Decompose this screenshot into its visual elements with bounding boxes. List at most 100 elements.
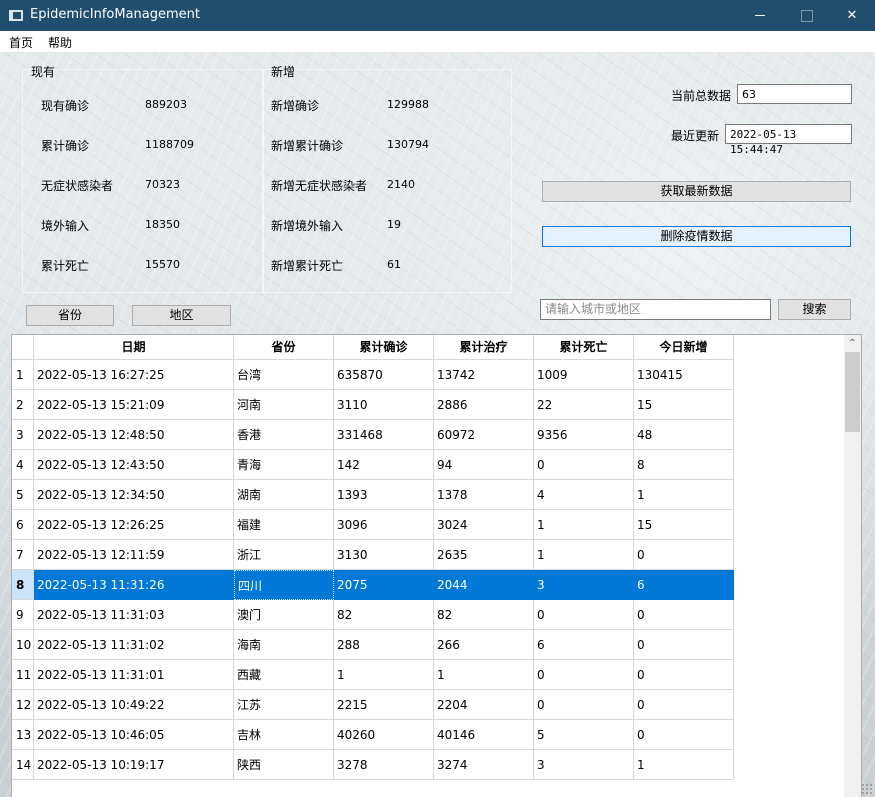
minimize-button[interactable] xyxy=(737,0,783,31)
cell-province[interactable]: 青海 xyxy=(234,450,334,480)
cell-total-deaths[interactable]: 0 xyxy=(534,600,634,630)
cell-total-deaths[interactable]: 22 xyxy=(534,390,634,420)
cell-province[interactable]: 四川 xyxy=(234,570,334,600)
cell-date[interactable]: 2022-05-13 10:19:17 xyxy=(34,750,234,780)
cell-date[interactable]: 2022-05-13 15:21:09 xyxy=(34,390,234,420)
table-row[interactable]: 3 2022-05-13 12:48:50 香港 331468 60972 9356 48 xyxy=(12,420,734,450)
delete-data-button[interactable]: 删除疫情数据 xyxy=(542,226,851,247)
cell-total-confirmed[interactable]: 1 xyxy=(334,660,434,690)
cell-total-treated[interactable]: 266 xyxy=(434,630,534,660)
cell-total-treated[interactable]: 2635 xyxy=(434,540,534,570)
cell-total-confirmed[interactable]: 40260 xyxy=(334,720,434,750)
fetch-latest-button[interactable]: 获取最新数据 xyxy=(542,181,851,202)
cell-new-today[interactable]: 0 xyxy=(634,630,734,660)
row-number[interactable]: 2 xyxy=(12,390,34,420)
table-row[interactable]: 9 2022-05-13 11:31:03 澳门 82 82 0 0 xyxy=(12,600,734,630)
cell-total-confirmed[interactable]: 2075 xyxy=(334,570,434,600)
menu-home[interactable]: 首页 xyxy=(9,34,33,51)
cell-total-confirmed[interactable]: 635870 xyxy=(334,360,434,390)
cell-new-today[interactable]: 0 xyxy=(634,690,734,720)
table-row[interactable]: 7 2022-05-13 12:11:59 浙江 3130 2635 1 0 xyxy=(12,540,734,570)
cell-province[interactable]: 陕西 xyxy=(234,750,334,780)
cell-total-deaths[interactable]: 0 xyxy=(534,450,634,480)
cell-date[interactable]: 2022-05-13 16:27:25 xyxy=(34,360,234,390)
cell-new-today[interactable]: 0 xyxy=(634,600,734,630)
cell-date[interactable]: 2022-05-13 12:26:25 xyxy=(34,510,234,540)
column-header-total-deaths[interactable]: 累计死亡 xyxy=(534,335,634,360)
province-button[interactable]: 省份 xyxy=(26,305,114,326)
cell-total-treated[interactable]: 3274 xyxy=(434,750,534,780)
cell-new-today[interactable]: 0 xyxy=(634,720,734,750)
cell-new-today[interactable]: 15 xyxy=(634,390,734,420)
cell-date[interactable]: 2022-05-13 11:31:02 xyxy=(34,630,234,660)
table-row[interactable]: 10 2022-05-13 11:31:02 海南 288 266 6 0 xyxy=(12,630,734,660)
cell-new-today[interactable]: 1 xyxy=(634,480,734,510)
row-number[interactable]: 3 xyxy=(12,420,34,450)
cell-total-treated[interactable]: 82 xyxy=(434,600,534,630)
cell-total-confirmed[interactable]: 3110 xyxy=(334,390,434,420)
table-row[interactable]: 1 2022-05-13 16:27:25 台湾 635870 13742 1009 130… xyxy=(12,360,734,390)
row-number[interactable]: 13 xyxy=(12,720,34,750)
cell-date[interactable]: 2022-05-13 10:46:05 xyxy=(34,720,234,750)
cell-total-treated[interactable]: 13742 xyxy=(434,360,534,390)
table-row[interactable]: 11 2022-05-13 11:31:01 西藏 1 1 0 0 xyxy=(12,660,734,690)
cell-total-treated[interactable]: 2044 xyxy=(434,570,534,600)
cell-total-deaths[interactable]: 6 xyxy=(534,630,634,660)
cell-total-treated[interactable]: 94 xyxy=(434,450,534,480)
cell-total-treated[interactable]: 60972 xyxy=(434,420,534,450)
cell-province[interactable]: 福建 xyxy=(234,510,334,540)
cell-total-treated[interactable]: 1378 xyxy=(434,480,534,510)
row-number[interactable]: 8 xyxy=(12,570,34,600)
vertical-scrollbar[interactable]: ⌃ ⌄ xyxy=(844,335,861,797)
cell-total-deaths[interactable]: 5 xyxy=(534,720,634,750)
scroll-thumb[interactable] xyxy=(845,352,860,432)
table-row[interactable]: 8 2022-05-13 11:31:26 四川 2075 2044 3 6 xyxy=(12,570,734,600)
cell-total-treated[interactable]: 40146 xyxy=(434,720,534,750)
table-row[interactable]: 4 2022-05-13 12:43:50 青海 142 94 0 8 xyxy=(12,450,734,480)
table-row[interactable]: 6 2022-05-13 12:26:25 福建 3096 3024 1 15 xyxy=(12,510,734,540)
cell-total-confirmed[interactable]: 142 xyxy=(334,450,434,480)
column-header-province[interactable]: 省份 xyxy=(234,335,334,360)
cell-total-confirmed[interactable]: 82 xyxy=(334,600,434,630)
table-corner[interactable] xyxy=(12,335,34,360)
cell-province[interactable]: 澳门 xyxy=(234,600,334,630)
cell-new-today[interactable]: 8 xyxy=(634,450,734,480)
cell-date[interactable]: 2022-05-13 11:31:01 xyxy=(34,660,234,690)
table-row[interactable]: 5 2022-05-13 12:34:50 湖南 1393 1378 4 1 xyxy=(12,480,734,510)
cell-new-today[interactable]: 48 xyxy=(634,420,734,450)
table-row[interactable]: 2 2022-05-13 15:21:09 河南 3110 2886 22 15 xyxy=(12,390,734,420)
cell-total-confirmed[interactable]: 331468 xyxy=(334,420,434,450)
cell-date[interactable]: 2022-05-13 12:48:50 xyxy=(34,420,234,450)
cell-date[interactable]: 2022-05-13 12:11:59 xyxy=(34,540,234,570)
last-updated-field[interactable]: 2022-05-13 15:44:47 xyxy=(725,124,852,156)
cell-total-confirmed[interactable]: 3096 xyxy=(334,510,434,540)
cell-total-confirmed[interactable]: 1393 xyxy=(334,480,434,510)
table-row[interactable]: 14 2022-05-13 10:19:17 陕西 3278 3274 3 1 xyxy=(12,750,734,780)
cell-province[interactable]: 海南 xyxy=(234,630,334,660)
cell-total-deaths[interactable]: 3 xyxy=(534,570,634,600)
cell-new-today[interactable]: 0 xyxy=(634,660,734,690)
row-number[interactable]: 5 xyxy=(12,480,34,510)
cell-new-today[interactable]: 130415 xyxy=(634,360,734,390)
menu-help[interactable]: 帮助 xyxy=(48,34,72,51)
row-number[interactable]: 10 xyxy=(12,630,34,660)
cell-new-today[interactable]: 15 xyxy=(634,510,734,540)
column-header-date[interactable]: 日期 xyxy=(34,335,234,360)
cell-province[interactable]: 吉林 xyxy=(234,720,334,750)
column-header-total-confirmed[interactable]: 累计确诊 xyxy=(334,335,434,360)
cell-total-deaths[interactable]: 4 xyxy=(534,480,634,510)
column-header-total-treated[interactable]: 累计治疗 xyxy=(434,335,534,360)
cell-province[interactable]: 江苏 xyxy=(234,690,334,720)
cell-new-today[interactable]: 6 xyxy=(634,570,734,600)
row-number[interactable]: 14 xyxy=(12,750,34,780)
cell-province[interactable]: 浙江 xyxy=(234,540,334,570)
cell-total-deaths[interactable]: 1 xyxy=(534,510,634,540)
cell-total-confirmed[interactable]: 3130 xyxy=(334,540,434,570)
total-data-field[interactable]: 63 xyxy=(737,84,852,104)
cell-province[interactable]: 台湾 xyxy=(234,360,334,390)
row-number[interactable]: 1 xyxy=(12,360,34,390)
cell-new-today[interactable]: 0 xyxy=(634,540,734,570)
scroll-up-icon[interactable]: ⌃ xyxy=(844,335,861,352)
cell-date[interactable]: 2022-05-13 12:43:50 xyxy=(34,450,234,480)
cell-total-deaths[interactable]: 1009 xyxy=(534,360,634,390)
